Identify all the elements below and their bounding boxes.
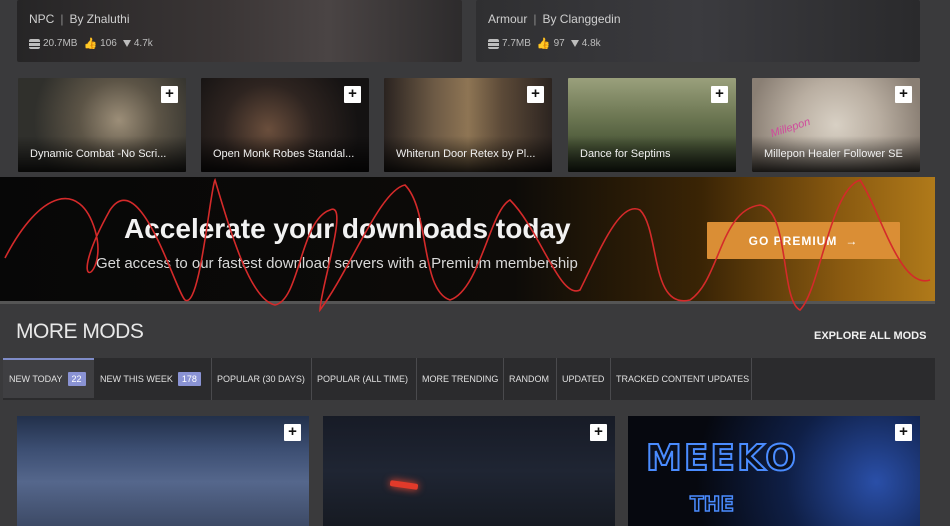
tab-label: RANDOM bbox=[509, 374, 549, 384]
mod-title[interactable]: Whiterun Door Retex by Pl... bbox=[396, 148, 535, 160]
featured-mod-thumb[interactable]: Millepon + Millepon Healer Follower SE bbox=[752, 78, 920, 172]
explore-all-mods-link[interactable]: EXPLORE ALL MODS bbox=[814, 330, 926, 342]
download-count: 4.7k bbox=[133, 38, 153, 49]
featured-mod-thumb[interactable]: + Dynamic Combat -No Scri... bbox=[18, 78, 186, 172]
plus-icon[interactable]: + bbox=[284, 424, 301, 441]
mod-card[interactable]: MEEKO THE + bbox=[628, 416, 920, 526]
tab-label: NEW TODAY bbox=[9, 374, 63, 384]
mod-card[interactable]: + bbox=[17, 416, 309, 526]
tab-tracked-content-updates[interactable]: TRACKED CONTENT UPDATES bbox=[616, 358, 749, 400]
file-size: 20.7MB bbox=[43, 38, 78, 49]
tab-label: MORE TRENDING bbox=[422, 374, 499, 384]
tab-count-badge: 22 bbox=[67, 372, 86, 386]
card-art-title: MEEKO bbox=[645, 437, 798, 480]
arrow-right-icon: → bbox=[845, 233, 859, 248]
tab-count-badge: 178 bbox=[177, 372, 201, 386]
mod-title[interactable]: Open Monk Robes Standal... bbox=[213, 148, 354, 160]
tab-random[interactable]: RANDOM bbox=[509, 358, 549, 400]
download-count: 4.8k bbox=[581, 38, 601, 49]
mod-title[interactable]: Dance for Septims bbox=[580, 148, 670, 160]
tab-label: POPULAR (30 DAYS) bbox=[217, 374, 305, 384]
go-premium-label: GO PREMIUM bbox=[748, 233, 838, 248]
featured-mod-thumb[interactable]: + Open Monk Robes Standal... bbox=[201, 78, 369, 172]
download-icon bbox=[122, 40, 131, 47]
tab-updated[interactable]: UPDATED bbox=[562, 358, 604, 400]
featured-mod-thumb[interactable]: + Dance for Septims bbox=[568, 78, 736, 172]
tab-more-trending[interactable]: MORE TRENDING bbox=[422, 358, 498, 400]
banner-divider bbox=[0, 301, 935, 304]
go-premium-button[interactable]: GO PREMIUM → bbox=[707, 222, 900, 259]
tab-new-this-week[interactable]: NEW THIS WEEK 178 bbox=[100, 358, 201, 400]
mod-card-meta: Armour | By Clanggedin bbox=[488, 12, 621, 26]
download-icon bbox=[570, 40, 579, 47]
endorsement-count: 97 bbox=[553, 38, 565, 49]
plus-icon[interactable]: + bbox=[711, 86, 728, 103]
mod-card-image bbox=[476, 0, 920, 62]
mod-category[interactable]: NPC bbox=[29, 12, 54, 26]
mod-author[interactable]: By Clanggedin bbox=[542, 12, 620, 26]
thumbs-up-icon: 👍 bbox=[83, 38, 98, 50]
mod-card-image bbox=[17, 0, 462, 62]
tab-new-today[interactable]: NEW TODAY 22 bbox=[3, 358, 94, 398]
file-size: 7.7MB bbox=[502, 38, 531, 49]
mod-card-npc[interactable]: NPC | By Zhaluthi 20.7MB 👍 106 4.7k bbox=[17, 0, 462, 62]
plus-icon[interactable]: + bbox=[895, 86, 912, 103]
mod-card-image bbox=[323, 416, 615, 526]
mod-card-image bbox=[17, 416, 309, 526]
thumbs-up-icon: 👍 bbox=[536, 38, 551, 50]
featured-mod-thumb[interactable]: + Whiterun Door Retex by Pl... bbox=[384, 78, 552, 172]
mod-card-armour[interactable]: Armour | By Clanggedin 7.7MB 👍 97 4.8k bbox=[476, 0, 920, 62]
plus-icon[interactable]: + bbox=[527, 86, 544, 103]
tab-popular-all-time[interactable]: POPULAR (ALL TIME) bbox=[317, 358, 408, 400]
tab-label: UPDATED bbox=[562, 374, 605, 384]
storage-icon bbox=[488, 38, 499, 49]
banner-subline: Get access to our fastest download serve… bbox=[96, 255, 578, 272]
card-art-subtitle: THE bbox=[689, 491, 735, 517]
storage-icon bbox=[29, 38, 40, 49]
mod-title[interactable]: Millepon Healer Follower SE bbox=[764, 148, 903, 160]
tab-label: POPULAR (ALL TIME) bbox=[317, 374, 409, 384]
tab-label: NEW THIS WEEK bbox=[100, 374, 173, 384]
page: NPC | By Zhaluthi 20.7MB 👍 106 4.7k Armour |… bbox=[0, 0, 950, 526]
plus-icon[interactable]: + bbox=[344, 86, 361, 103]
mod-author[interactable]: By Zhaluthi bbox=[69, 12, 129, 26]
mod-card-meta: NPC | By Zhaluthi bbox=[29, 12, 130, 26]
mod-card[interactable]: + bbox=[323, 416, 615, 526]
mod-stats: 20.7MB 👍 106 4.7k bbox=[29, 37, 153, 50]
tab-popular-30-days[interactable]: POPULAR (30 DAYS) bbox=[217, 358, 305, 400]
plus-icon[interactable]: + bbox=[161, 86, 178, 103]
mod-stats: 7.7MB 👍 97 4.8k bbox=[488, 37, 601, 50]
section-title: MORE MODS bbox=[16, 320, 144, 343]
banner-headline: Accelerate your downloads today bbox=[124, 213, 571, 244]
mod-category[interactable]: Armour bbox=[488, 12, 527, 26]
plus-icon[interactable]: + bbox=[895, 424, 912, 441]
tab-label: TRACKED CONTENT UPDATES bbox=[616, 374, 750, 384]
mod-title[interactable]: Dynamic Combat -No Scri... bbox=[30, 148, 166, 160]
plus-icon[interactable]: + bbox=[590, 424, 607, 441]
endorsement-count: 106 bbox=[100, 38, 117, 49]
